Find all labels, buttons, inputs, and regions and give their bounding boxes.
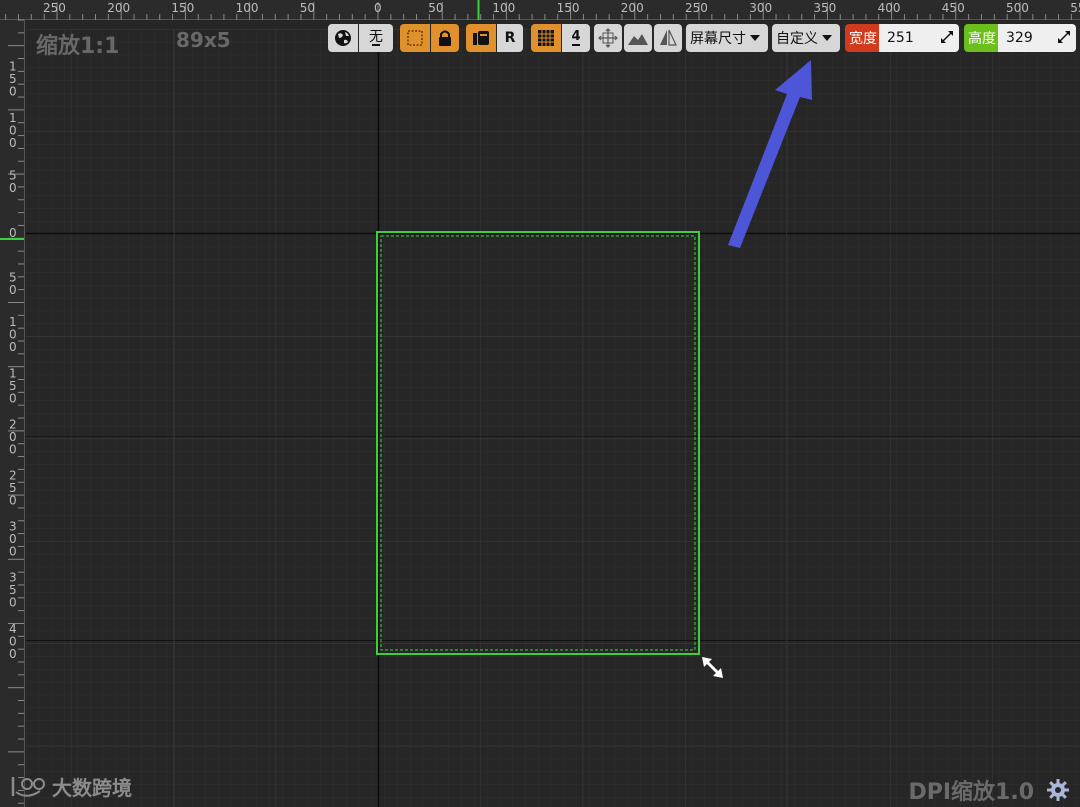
top-ruler-label: 100 <box>236 1 259 15</box>
brand-logo-icon <box>11 776 45 797</box>
top-ruler-label: 100 <box>492 1 515 15</box>
lock-toggle[interactable] <box>431 24 459 52</box>
chevron-down-icon <box>822 35 832 41</box>
top-ruler-label: 150 <box>557 1 580 15</box>
left-ruler-label: 0 <box>9 391 17 405</box>
viewport-canvas[interactable]: 250 200 150 100 50 0 50 100 150 200 250 300 350 400 45… <box>0 0 1080 807</box>
top-ruler-label: 200 <box>621 1 644 15</box>
none-dropdown[interactable]: 无 <box>359 24 393 52</box>
height-tag: 高度 <box>964 24 1000 52</box>
height-value: 329 <box>1006 30 1033 46</box>
custom-size-dropdown[interactable]: 自定义 <box>772 24 840 52</box>
grid-size-dropdown[interactable]: 4 <box>562 24 590 52</box>
lock-icon <box>439 30 451 46</box>
move-arrows-icon <box>598 28 618 48</box>
width-label: 宽度 <box>849 31 877 47</box>
top-ruler-label: 300 <box>749 1 772 15</box>
left-ruler-label: 0 <box>9 136 17 150</box>
grid-snap-toggle[interactable] <box>531 24 561 52</box>
top-ruler-label: 55 <box>1070 1 1080 15</box>
custom-label: 自定义 <box>776 31 818 47</box>
none-label: 无 <box>369 28 383 45</box>
zoom-label: 缩放1:1 <box>36 34 120 59</box>
layout-icon <box>473 31 489 45</box>
globe-icon <box>335 30 351 46</box>
top-ruler-label: 250 <box>43 1 66 15</box>
size-label: 89x5 <box>176 28 231 52</box>
left-ruler-label: 0 <box>9 181 17 195</box>
top-ruler-label: 50 <box>428 1 443 15</box>
screen-size-dropdown[interactable]: 屏幕尺寸 <box>686 24 768 52</box>
screen-size-label: 屏幕尺寸 <box>690 31 746 47</box>
top-ruler-label: 150 <box>171 1 194 15</box>
width-tag: 宽度 <box>845 24 881 52</box>
mirror-toggle[interactable] <box>654 24 682 52</box>
top-ruler-label: 0 <box>374 1 382 15</box>
top-ruler-label: 450 <box>942 1 965 15</box>
top-ruler-label: 350 <box>813 1 836 15</box>
width-value: 251 <box>887 30 914 46</box>
left-ruler-label: 0 <box>9 596 17 610</box>
top-ruler-label: 500 <box>1006 1 1029 15</box>
world-space-button[interactable] <box>328 24 358 52</box>
resize-handle-icon <box>1058 31 1070 43</box>
left-ruler-label: 0 <box>9 340 17 354</box>
dpi-scale-label: DPI缩放1.0 <box>908 780 1034 805</box>
left-ruler-label: 0 <box>9 647 17 661</box>
top-ruler-label: 400 <box>878 1 901 15</box>
left-ruler-label: 0 <box>9 545 17 559</box>
chevron-down-icon <box>572 43 580 46</box>
width-input[interactable]: 251 <box>879 24 959 52</box>
chevron-down-icon <box>372 43 380 46</box>
grid-icon <box>538 30 554 46</box>
designer-toolbar: 无 R 4 屏幕尺寸 自定义 宽度 251 高度 329 <box>328 24 1080 52</box>
left-ruler-label: 0 <box>9 494 17 508</box>
top-ruler-label: 200 <box>107 1 130 15</box>
dashed-box-icon <box>407 30 423 46</box>
height-label: 高度 <box>968 31 996 47</box>
left-ruler-label: 0 <box>9 442 17 456</box>
resize-handle-icon <box>941 31 953 43</box>
localization-preview-button[interactable] <box>466 24 496 52</box>
brand-watermark: 大数跨境 <box>10 772 132 801</box>
height-input[interactable]: 329 <box>998 24 1076 52</box>
transform-toggle[interactable] <box>594 24 622 52</box>
r-button[interactable]: R <box>497 24 523 52</box>
chevron-down-icon <box>750 35 760 41</box>
dashed-outline-toggle[interactable] <box>400 24 430 52</box>
left-ruler-label: 0 <box>9 85 17 99</box>
gear-icon[interactable] <box>1046 778 1070 802</box>
top-ruler-label: 50 <box>300 1 315 15</box>
landscape-image-icon <box>628 34 648 45</box>
background-image-toggle[interactable] <box>624 24 652 52</box>
r-label: R <box>504 30 516 46</box>
left-ruler-label: 0 <box>9 283 17 297</box>
grid-size-value: 4 <box>571 28 581 44</box>
brand-text: 大数跨境 <box>52 776 132 800</box>
left-ruler-label: 0 <box>9 226 17 240</box>
mirror-icon <box>660 29 677 46</box>
top-ruler-label: 250 <box>685 1 708 15</box>
